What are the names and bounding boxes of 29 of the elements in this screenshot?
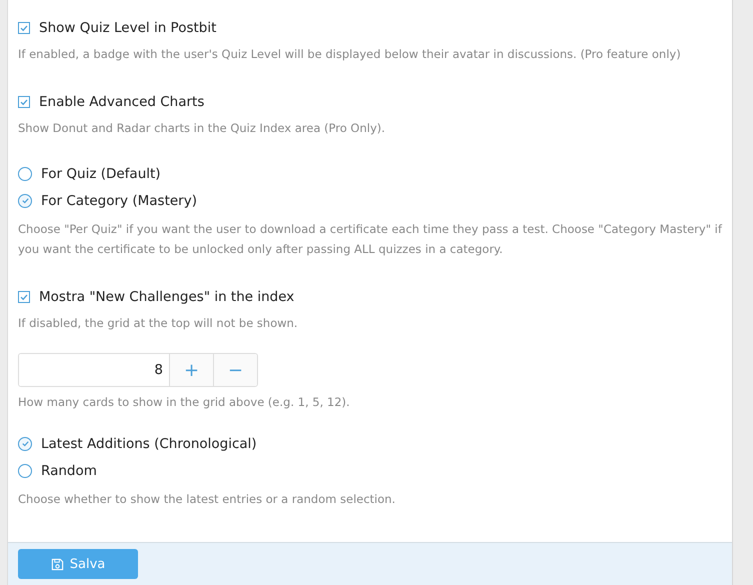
radio-label: Latest Additions (Chronological) <box>41 436 257 452</box>
radio-button[interactable] <box>18 194 32 208</box>
radio-button[interactable] <box>18 166 32 180</box>
check-icon <box>20 439 30 448</box>
increment-button[interactable]: + <box>169 354 213 386</box>
checkbox-label: Mostra "New Challenges" in the index <box>39 289 294 305</box>
check-icon <box>19 23 29 33</box>
radio-label: Random <box>41 462 97 478</box>
radio-label: For Quiz (Default) <box>41 166 161 182</box>
radio-button[interactable] <box>18 464 32 478</box>
help-text: Show Donut and Radar charts in the Quiz Index area (Pro Only). <box>18 120 386 137</box>
save-button[interactable]: Salva <box>18 549 138 579</box>
checkbox[interactable] <box>18 96 30 108</box>
decrement-button[interactable]: − <box>213 354 257 386</box>
help-text: If enabled, a badge with the user's Quiz Level will be displayed below their avatar in discussions. (Pro feature only) <box>18 46 682 63</box>
help-text: If disabled, the grid at the top will not be shown. <box>18 315 299 332</box>
checkbox-label: Show Quiz Level in Postbit <box>39 20 216 36</box>
help-text: Choose "Per Quiz" if you want the user to download a certificate each time they pass a test. Choose "Category Mastery" if you want the certificate to be unlocked only after passing ALL quizzes in a category. <box>18 221 722 258</box>
checkbox[interactable] <box>18 291 30 303</box>
radio-button[interactable] <box>18 436 32 450</box>
checkbox[interactable] <box>18 22 30 34</box>
check-icon <box>20 196 30 205</box>
check-icon <box>19 292 29 302</box>
number-stepper[interactable]: 8 + − <box>18 353 258 387</box>
radio-label: For Category (Mastery) <box>41 192 197 208</box>
check-icon <box>19 97 29 107</box>
help-text: Choose whether to show the latest entries or a random selection. <box>18 491 396 508</box>
help-text: How many cards to show in the grid above (e.g. 1, 5, 12). <box>18 394 351 411</box>
checkbox-label: Enable Advanced Charts <box>39 94 204 110</box>
